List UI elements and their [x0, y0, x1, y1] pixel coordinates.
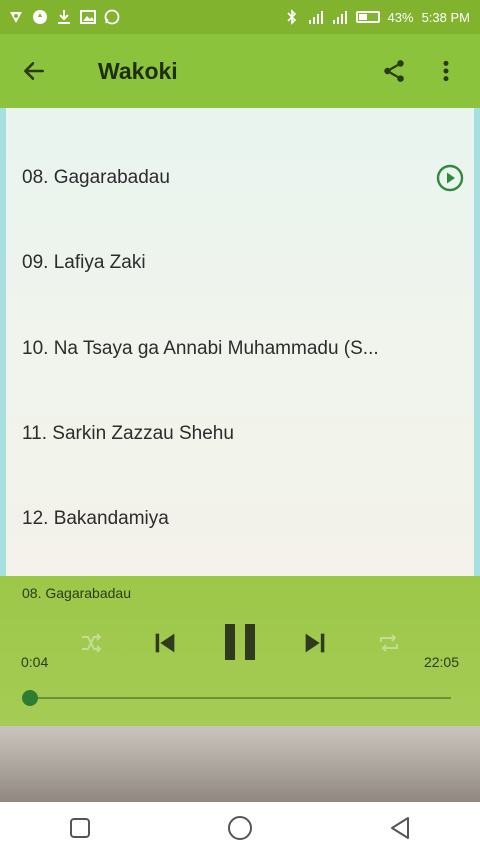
square-icon [70, 818, 90, 838]
pause-icon [225, 624, 255, 660]
track-list: 08. Gagarabadau 09. Lafiya Zaki 10. Na T… [0, 108, 480, 576]
battery-percent: 43% [387, 9, 414, 25]
bluetooth-icon [286, 9, 296, 25]
clock: 5:38 PM [421, 9, 470, 25]
repeat-button[interactable] [374, 628, 404, 658]
track-title: 10. Na Tsaya ga Annabi Muhammadu (S... [22, 338, 379, 359]
more-options-button[interactable] [430, 55, 462, 87]
seek-bar[interactable] [29, 697, 451, 699]
current-time: 0:04 [21, 654, 49, 670]
download-icon [58, 10, 70, 24]
skip-previous-icon [155, 633, 175, 653]
repeat-icon [380, 634, 398, 652]
track-title: 11. Sarkin Zazzau Shehu [22, 423, 234, 444]
play-circle-icon[interactable] [436, 164, 464, 192]
triangle-back-icon [391, 817, 409, 839]
skip-next-icon [305, 633, 325, 653]
shuffle-icon [82, 633, 102, 653]
app-bar: Wakoki [0, 34, 480, 108]
status-bar: 43% 5:38 PM [0, 0, 480, 34]
share-icon [384, 60, 404, 82]
total-time: 22:05 [423, 654, 459, 670]
status-left-icons [8, 9, 120, 25]
recents-button[interactable] [60, 808, 100, 848]
back-button[interactable] [18, 55, 50, 87]
vpn-icon [10, 12, 22, 23]
media-player: 08. Gagarabadau 0:04 22:05 [0, 576, 480, 726]
track-title: 09. Lafiya Zaki [22, 252, 146, 273]
signal-icon [332, 11, 347, 24]
seek-thumb[interactable] [22, 690, 38, 706]
circle-icon [228, 816, 252, 840]
previous-button[interactable] [148, 626, 182, 660]
more-vert-icon [443, 60, 449, 82]
track-title: 12. Bakandamiya [22, 508, 169, 529]
status-right-icons: 43% 5:38 PM [284, 9, 470, 25]
signal-icon [308, 11, 323, 24]
arrow-left-icon [24, 62, 44, 80]
pause-button[interactable] [218, 620, 262, 664]
next-button[interactable] [298, 626, 332, 660]
whatsapp-icon [104, 9, 120, 25]
track-title: 08. Gagarabadau [22, 167, 170, 188]
background-image [0, 726, 480, 802]
home-button[interactable] [220, 808, 260, 848]
system-nav-bar [0, 802, 480, 854]
list-item[interactable]: 10. Na Tsaya ga Annabi Muhammadu (S... [22, 329, 464, 369]
data-saver-icon [33, 10, 47, 24]
list-item[interactable]: 08. Gagarabadau [22, 158, 464, 198]
image-icon [80, 10, 96, 24]
list-item[interactable]: 11. Sarkin Zazzau Shehu [22, 414, 464, 454]
list-item[interactable]: 09. Lafiya Zaki [22, 243, 464, 283]
now-playing-title: 08. Gagarabadau [22, 585, 131, 601]
back-nav-button[interactable] [380, 808, 420, 848]
page-title: Wakoki [98, 57, 178, 84]
list-item[interactable]: 12. Bakandamiya [22, 499, 464, 539]
share-button[interactable] [378, 55, 410, 87]
battery-icon [355, 11, 380, 23]
shuffle-button[interactable] [76, 628, 106, 658]
